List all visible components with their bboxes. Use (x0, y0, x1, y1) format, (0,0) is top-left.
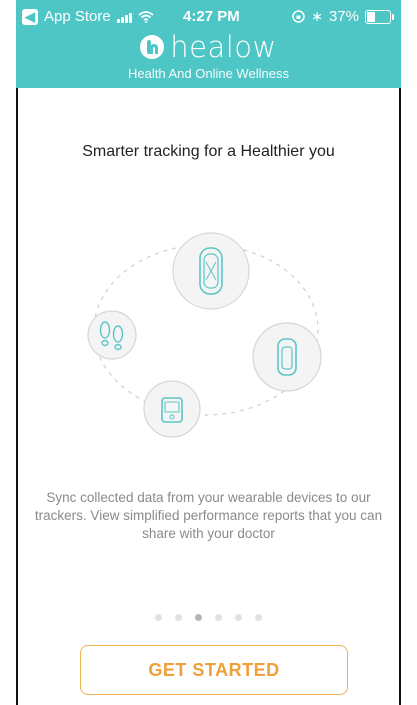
battery-icon (365, 9, 394, 24)
page-dot[interactable] (235, 614, 242, 621)
page-indicator[interactable] (16, 614, 401, 621)
healow-logo-icon (140, 35, 165, 59)
brand-tagline: Health And Online Wellness (128, 66, 289, 81)
bluetooth-icon: ∗ (311, 8, 323, 24)
onboarding-headline: Smarter tracking for a Healthier you (82, 143, 335, 160)
onboarding-description: Sync collected data from your wearable d… (34, 490, 383, 541)
get-started-button[interactable]: GET STARTED (80, 645, 348, 695)
status-left[interactable]: ◀ App Store (22, 8, 154, 25)
brand-name: healow (170, 30, 277, 64)
devices-illustration (87, 232, 322, 438)
battery-fill (367, 11, 375, 22)
page-dot[interactable] (155, 614, 162, 621)
page-dot[interactable] (195, 614, 202, 621)
page-dot[interactable] (175, 614, 182, 621)
signal-icon (116, 11, 132, 23)
rotation-lock-icon (292, 10, 305, 23)
status-bar: ◀ App Store 4:27 PM ∗ 37% (16, 0, 401, 32)
battery-percent: 37% (328, 8, 359, 25)
page-dot[interactable] (255, 614, 262, 621)
device-icon (143, 380, 201, 438)
brand-row: healow (16, 30, 401, 64)
app-header: ◀ App Store 4:27 PM ∗ 37% healow Health … (16, 0, 401, 88)
wifi-icon (138, 10, 154, 23)
brand: healow Health And Online Wellness (16, 30, 401, 81)
back-arrow-icon[interactable]: ◀ (22, 8, 38, 25)
footsteps-icon (87, 310, 137, 360)
status-right: ∗ 37% (292, 8, 394, 25)
status-time: 4:27 PM (183, 8, 240, 25)
page-dot[interactable] (215, 614, 222, 621)
phone-tracker-icon (252, 322, 322, 392)
wristband-icon (172, 232, 250, 310)
back-app-label[interactable]: App Store (44, 8, 111, 25)
